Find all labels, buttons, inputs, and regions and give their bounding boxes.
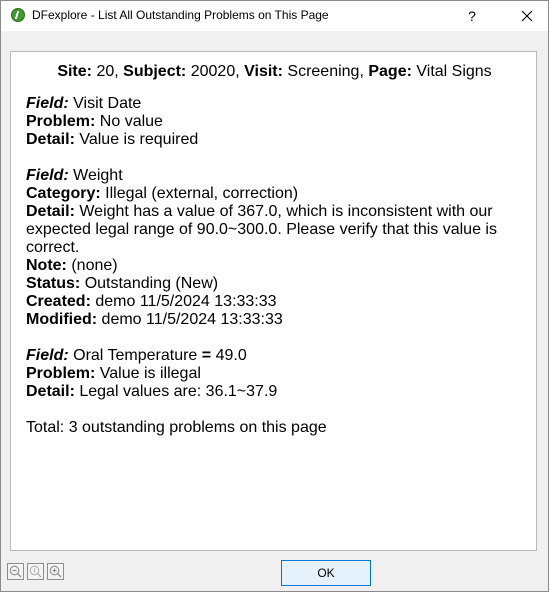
- detail-line: Detail: Value is required: [26, 131, 536, 149]
- problem-label: Problem:: [26, 113, 96, 130]
- note-value: (none): [71, 257, 118, 274]
- problem-item: Field: Visit Date Problem: No value Deta…: [26, 95, 536, 149]
- category-line: Category: Illegal (external, correction): [26, 185, 536, 203]
- status-value: Outstanding (New): [84, 275, 219, 292]
- title-bar[interactable]: DFexplore - List All Outstanding Problem…: [1, 1, 548, 31]
- problem-item: Field: Weight Category: Illegal (externa…: [26, 167, 536, 329]
- problem-line: Problem: No value: [26, 113, 536, 131]
- field-label: Field:: [26, 167, 69, 184]
- field-line: Field: Visit Date: [26, 95, 536, 113]
- site-value: 20,: [96, 63, 119, 80]
- detail-value: Weight has a value of 367.0, which is in…: [26, 203, 497, 256]
- zoom-in-button[interactable]: [47, 563, 64, 580]
- ok-button[interactable]: OK: [281, 560, 371, 586]
- detail-label: Detail:: [26, 203, 75, 220]
- close-icon: [521, 10, 533, 22]
- problems-list-panel[interactable]: Site: 20, Subject: 20020, Visit: Screeni…: [10, 51, 537, 551]
- category-label: Category:: [26, 185, 101, 202]
- problem-value: No value: [99, 113, 163, 130]
- field-label: Field:: [26, 95, 69, 112]
- created-label: Created:: [26, 293, 91, 310]
- field-current-value: 49.0: [215, 347, 247, 364]
- dfexplore-app-icon: [11, 8, 25, 22]
- subject-value: 20020,: [190, 63, 240, 80]
- field-label: Field:: [26, 347, 69, 364]
- field-value: Weight: [73, 167, 123, 184]
- field-line: Field: Oral Temperature = 49.0: [26, 347, 536, 365]
- detail-label: Detail:: [26, 383, 75, 400]
- problem-label: Problem:: [26, 365, 96, 382]
- status-label: Status:: [26, 275, 81, 292]
- visit-label: Visit:: [244, 63, 283, 80]
- detail-line: Detail: Weight has a value of 367.0, whi…: [26, 203, 526, 257]
- subject-label: Subject:: [123, 63, 187, 80]
- site-label: Site:: [57, 63, 92, 80]
- zoom-reset-icon: [29, 565, 42, 578]
- total-summary: Total: 3 outstanding problems on this pa…: [26, 419, 327, 436]
- window-title: DFexplore - List All Outstanding Problem…: [32, 8, 329, 22]
- field-equals: =: [201, 347, 212, 364]
- modified-value: demo 11/5/2024 13:33:33: [101, 311, 283, 328]
- problem-item: Field: Oral Temperature = 49.0 Problem: …: [26, 347, 536, 401]
- detail-label: Detail:: [26, 131, 75, 148]
- close-button[interactable]: [516, 5, 538, 27]
- zoom-in-icon: [49, 565, 62, 578]
- detail-value: Legal values are: 36.1~37.9: [79, 383, 278, 400]
- problem-line: Problem: Value is illegal: [26, 365, 536, 383]
- problem-value: Value is illegal: [99, 365, 201, 382]
- field-value: Visit Date: [73, 95, 142, 112]
- zoom-out-icon: [9, 565, 22, 578]
- note-line: Note: (none): [26, 257, 536, 275]
- help-button[interactable]: ?: [461, 5, 483, 27]
- detail-value: Value is required: [79, 131, 199, 148]
- detail-line: Detail: Legal values are: 36.1~37.9: [26, 383, 536, 401]
- modified-line: Modified: demo 11/5/2024 13:33:33: [26, 311, 536, 329]
- field-value: Oral Temperature: [73, 347, 198, 364]
- created-line: Created: demo 11/5/2024 13:33:33: [26, 293, 536, 311]
- page-context-header: Site: 20, Subject: 20020, Visit: Screeni…: [11, 63, 538, 81]
- dialog-window: DFexplore - List All Outstanding Problem…: [0, 0, 549, 592]
- modified-label: Modified:: [26, 311, 98, 328]
- zoom-reset-button[interactable]: [27, 563, 44, 580]
- page-label: Page:: [368, 63, 412, 80]
- dialog-footer: OK: [1, 553, 548, 591]
- visit-value: Screening,: [287, 63, 364, 80]
- created-value: demo 11/5/2024 13:33:33: [95, 293, 277, 310]
- category-value: Illegal (external, correction): [105, 185, 299, 202]
- status-line: Status: Outstanding (New): [26, 275, 536, 293]
- zoom-out-button[interactable]: [7, 563, 24, 580]
- field-line: Field: Weight: [26, 167, 536, 185]
- page-value: Vital Signs: [416, 63, 492, 80]
- note-label: Note:: [26, 257, 67, 274]
